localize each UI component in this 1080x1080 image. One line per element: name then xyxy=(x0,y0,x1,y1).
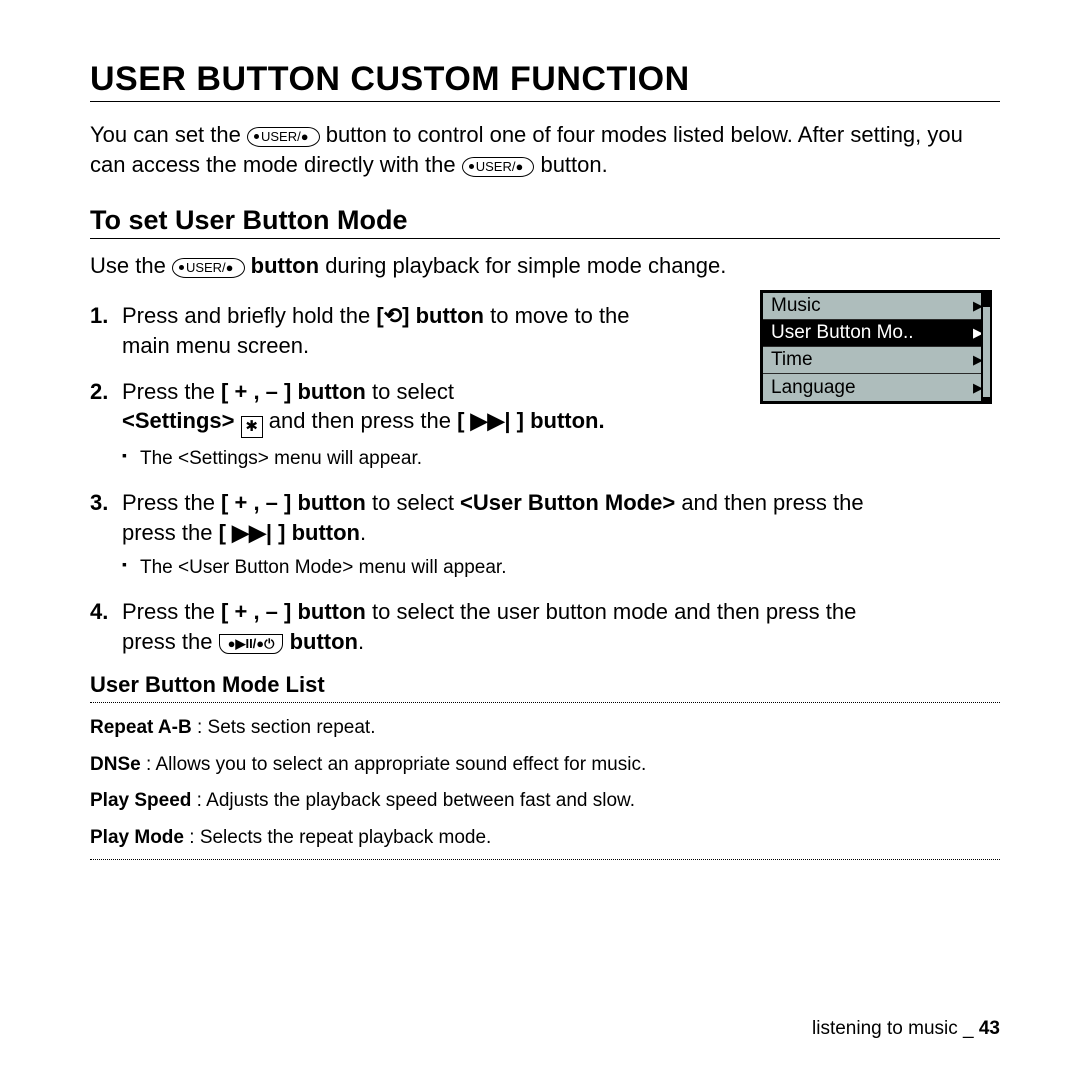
s2a: Press the xyxy=(122,379,221,404)
use-b: button xyxy=(251,253,319,278)
s3f: . xyxy=(360,520,366,545)
intro-c: button. xyxy=(540,152,607,177)
mode-list: Repeat A-B : Sets section repeat. DNSe :… xyxy=(90,713,1000,853)
plus-minus-button-label: [ + , – ] button xyxy=(221,490,366,515)
page-footer: listening to music _ 43 xyxy=(812,1018,1000,1040)
mode-play-speed: Play Speed : Adjusts the playback speed … xyxy=(90,786,1000,816)
ff-button-label: [ ▶▶| ] button. xyxy=(457,408,605,433)
mode-repeat-ab: Repeat A-B : Sets section repeat. xyxy=(90,713,1000,743)
user-button-mode-label: <User Button Mode> xyxy=(460,490,675,515)
mode-desc: : Allows you to select an appropriate so… xyxy=(141,754,647,775)
s1a: Press and briefly hold the xyxy=(122,303,376,328)
user-rec-button-icon: USER/● xyxy=(462,157,535,177)
play-pause-power-button-icon: ●▶II/●⏻ xyxy=(219,634,284,654)
s2b: to select xyxy=(372,379,454,404)
step-2-note: The <Settings> menu will appear. xyxy=(122,446,1000,472)
step-1: Press and briefly hold the [⟲] button to… xyxy=(90,301,1000,360)
settings-label: <Settings> xyxy=(122,408,234,433)
gear-icon: ✱ xyxy=(241,416,263,438)
use-c: during playback for simple mode change. xyxy=(325,253,726,278)
page-number: 43 xyxy=(979,1018,1000,1039)
mode-list-title: User Button Mode List xyxy=(90,672,1000,698)
mode-dnse: DNSe : Allows you to select an appropria… xyxy=(90,750,1000,780)
intro-text: You can set the USER/● button to control… xyxy=(90,120,1000,179)
plus-minus-button-label: [ + , – ] button xyxy=(221,599,366,624)
s4a: Press the xyxy=(122,599,221,624)
section-title: To set User Button Mode xyxy=(90,205,1000,239)
step-3: Press the [ + , – ] button to select <Us… xyxy=(90,488,1000,581)
page-title: USER BUTTON CUSTOM FUNCTION xyxy=(90,60,1000,102)
steps-list: Press and briefly hold the [⟲] button to… xyxy=(90,301,1000,656)
mode-name: Repeat A-B xyxy=(90,717,192,738)
mode-desc: : Selects the repeat playback mode. xyxy=(184,827,491,848)
s4d: . xyxy=(358,629,364,654)
divider xyxy=(90,859,1000,860)
s4b: to select the user button mode and then … xyxy=(372,599,856,624)
s2d: and then press the xyxy=(269,408,457,433)
plus-minus-button-label: [ + , – ] button xyxy=(221,379,366,404)
mode-name: Play Mode xyxy=(90,827,184,848)
mode-name: DNSe xyxy=(90,754,141,775)
s3b: to select xyxy=(372,490,460,515)
step-2: Press the [ + , – ] button to select <Se… xyxy=(90,377,1000,472)
use-line: Use the USER/● button during playback fo… xyxy=(90,253,1000,279)
footer-section: listening to music _ xyxy=(812,1018,979,1039)
mode-name: Play Speed xyxy=(90,790,191,811)
mode-desc: : Sets section repeat. xyxy=(192,717,376,738)
intro-a: You can set the xyxy=(90,122,247,147)
step-3-note: The <User Button Mode> menu will appear. xyxy=(122,555,1000,581)
s3a: Press the xyxy=(122,490,221,515)
back-button-label: [⟲] button xyxy=(376,303,484,328)
user-rec-button-icon: USER/● xyxy=(247,127,320,147)
step-4: Press the [ + , – ] button to select the… xyxy=(90,597,1000,656)
ff-button-label: [ ▶▶| ] button xyxy=(219,520,360,545)
divider xyxy=(90,702,1000,703)
user-rec-button-icon: USER/● xyxy=(172,258,245,278)
mode-play-mode: Play Mode : Selects the repeat playback … xyxy=(90,823,1000,853)
s4c: button xyxy=(290,629,358,654)
mode-desc: : Adjusts the playback speed between fas… xyxy=(191,790,635,811)
s3d: and then press the xyxy=(681,490,863,515)
use-a: Use the xyxy=(90,253,172,278)
